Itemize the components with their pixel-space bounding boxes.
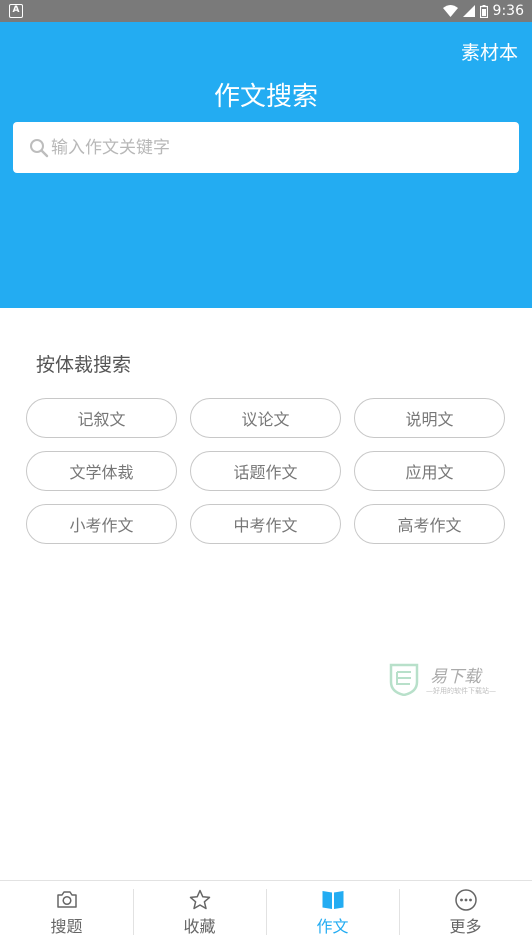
genre-section-title: 按体裁搜索 — [36, 354, 132, 376]
wifi-icon — [442, 5, 458, 17]
search-box[interactable] — [13, 122, 519, 173]
genre-button-practical[interactable]: 应用文 — [354, 451, 505, 491]
page-title: 作文搜索 — [213, 82, 318, 112]
status-bar: A 9:36 — [0, 0, 532, 22]
genre-button-narrative[interactable]: 记叙文 — [26, 398, 177, 438]
signal-icon — [462, 5, 475, 17]
watermark-subtext: —好用的软件下载站— — [426, 687, 496, 695]
book-icon — [322, 891, 343, 909]
notification-icon: A — [9, 4, 23, 18]
genre-button-argumentative[interactable]: 议论文 — [190, 398, 341, 438]
genre-button-primary-exam[interactable]: 小考作文 — [26, 504, 177, 544]
genre-button-expository[interactable]: 说明文 — [354, 398, 505, 438]
bottom-nav: 搜题 收藏 作文 更多 — [0, 880, 532, 944]
genre-button-middle-exam[interactable]: 中考作文 — [190, 504, 341, 544]
star-icon — [189, 889, 210, 910]
nav-item-composition[interactable]: 作文 — [266, 881, 399, 944]
battery-icon — [479, 4, 488, 18]
nav-label: 搜题 — [50, 917, 83, 936]
genre-button-literary[interactable]: 文学体裁 — [26, 451, 177, 491]
search-icon — [30, 138, 49, 157]
genre-grid: 记叙文 议论文 说明文 文学体裁 话题作文 应用文 小考作文 中考作文 高考作文 — [26, 398, 506, 544]
nav-label: 收藏 — [183, 917, 216, 936]
nav-item-search-question[interactable]: 搜题 — [0, 881, 133, 944]
genre-button-college-exam[interactable]: 高考作文 — [354, 504, 505, 544]
header: 素材本 作文搜索 — [0, 22, 532, 308]
watermark-logo: 易下载 —好用的软件下载站— — [388, 660, 496, 700]
material-book-link[interactable]: 素材本 — [461, 38, 518, 65]
genre-button-topic[interactable]: 话题作文 — [190, 451, 341, 491]
watermark-shield-icon — [389, 663, 419, 696]
camera-icon — [56, 891, 77, 908]
search-input[interactable] — [51, 137, 519, 158]
nav-label: 作文 — [316, 917, 349, 936]
nav-item-favorites[interactable]: 收藏 — [133, 881, 266, 944]
more-icon — [454, 889, 477, 911]
nav-label: 更多 — [449, 917, 482, 936]
nav-item-more[interactable]: 更多 — [399, 881, 532, 944]
watermark-text: 易下载 — [430, 667, 481, 687]
status-time: 9:36 — [492, 3, 524, 19]
status-right: 9:36 — [442, 0, 524, 22]
